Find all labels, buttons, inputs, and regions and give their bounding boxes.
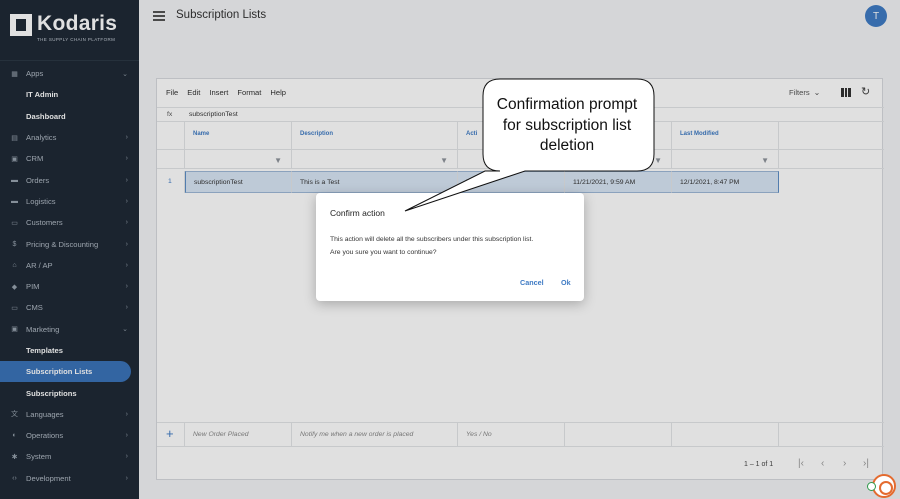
online-status-dot [867, 482, 876, 491]
callout-line-2: for subscription list [502, 116, 632, 134]
callout-text: Confirmation prompt for subscription lis… [482, 95, 652, 157]
callout-line-1: Confirmation prompt [496, 96, 638, 113]
callout-line-3: deletion [539, 137, 595, 154]
callout-bubble [404, 78, 655, 212]
